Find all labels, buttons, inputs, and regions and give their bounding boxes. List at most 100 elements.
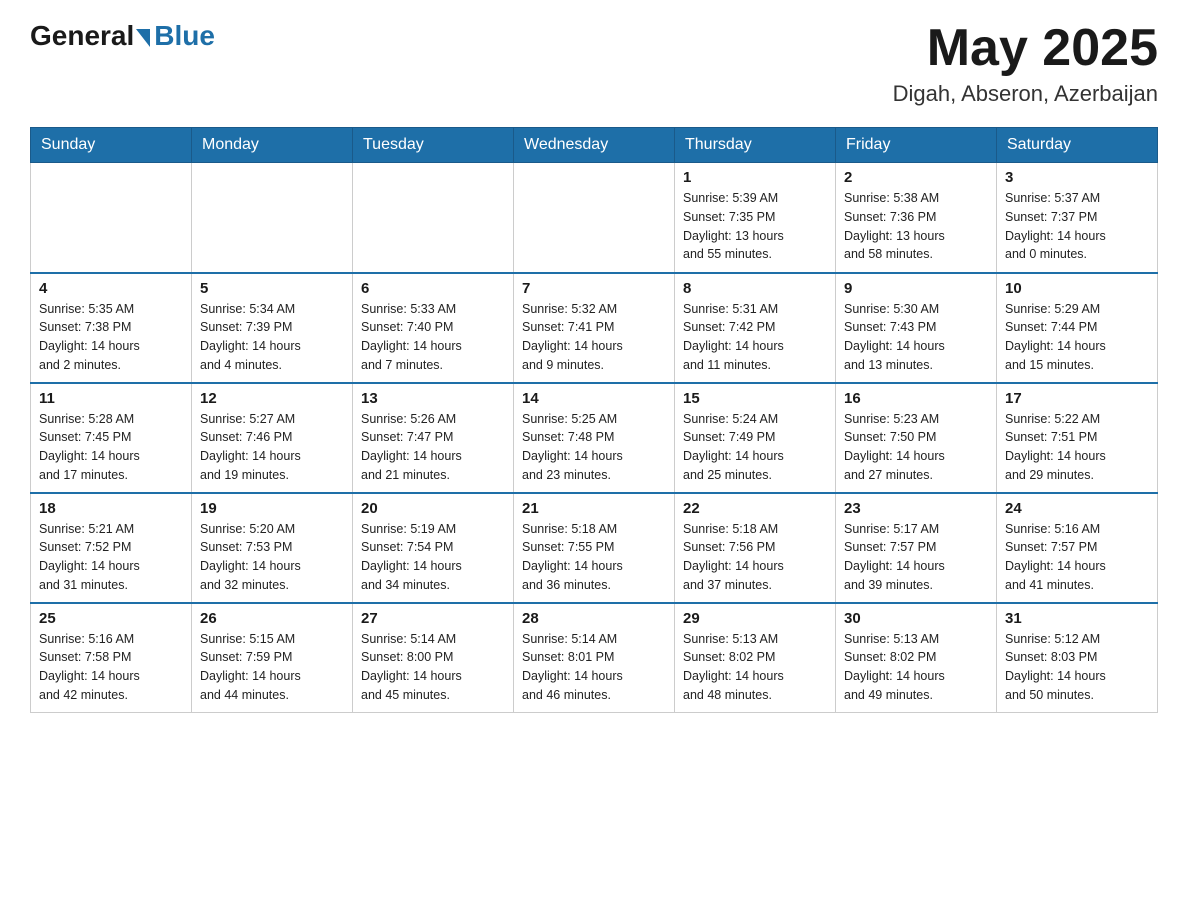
- day-info: Sunrise: 5:32 AM Sunset: 7:41 PM Dayligh…: [522, 300, 666, 375]
- table-row: 26 Sunrise: 5:15 AM Sunset: 7:59 PM Dayli…: [192, 603, 353, 713]
- day-number: 21: [522, 500, 666, 517]
- day-info: Sunrise: 5:17 AM Sunset: 7:57 PM Dayligh…: [844, 520, 988, 595]
- day-number: 17: [1005, 390, 1149, 407]
- day-info: Sunrise: 5:28 AM Sunset: 7:45 PM Dayligh…: [39, 410, 183, 485]
- day-number: 15: [683, 390, 827, 407]
- table-row: 5 Sunrise: 5:34 AM Sunset: 7:39 PM Daylig…: [192, 273, 353, 383]
- day-number: 10: [1005, 280, 1149, 297]
- day-number: 31: [1005, 610, 1149, 627]
- day-number: 12: [200, 390, 344, 407]
- col-wednesday: Wednesday: [514, 128, 675, 163]
- table-row: 25 Sunrise: 5:16 AM Sunset: 7:58 PM Dayli…: [31, 603, 192, 713]
- calendar-week-row: 1Sunrise: 5:39 AM Sunset: 7:35 PM Daylig…: [31, 163, 1158, 273]
- day-number: 14: [522, 390, 666, 407]
- day-info: Sunrise: 5:18 AM Sunset: 7:56 PM Dayligh…: [683, 520, 827, 595]
- day-info: Sunrise: 5:15 AM Sunset: 7:59 PM Dayligh…: [200, 630, 344, 705]
- table-row: 30 Sunrise: 5:13 AM Sunset: 8:02 PM Dayli…: [836, 603, 997, 713]
- table-row: 16Sunrise: 5:23 AM Sunset: 7:50 PM Dayli…: [836, 383, 997, 493]
- table-row: 17 Sunrise: 5:22 AM Sunset: 7:51 PM Dayli…: [997, 383, 1158, 493]
- table-row: 4 Sunrise: 5:35 AM Sunset: 7:38 PM Daylig…: [31, 273, 192, 383]
- table-row: 29Sunrise: 5:13 AM Sunset: 8:02 PM Dayli…: [675, 603, 836, 713]
- day-number: 29: [683, 610, 827, 627]
- day-number: 11: [39, 390, 183, 407]
- logo: General Blue: [30, 20, 215, 52]
- day-info: Sunrise: 5:34 AM Sunset: 7:39 PM Dayligh…: [200, 300, 344, 375]
- day-number: 2: [844, 169, 988, 186]
- day-number: 28: [522, 610, 666, 627]
- table-row: 20 Sunrise: 5:19 AM Sunset: 7:54 PM Dayli…: [353, 493, 514, 603]
- col-saturday: Saturday: [997, 128, 1158, 163]
- day-number: 23: [844, 500, 988, 517]
- day-number: 18: [39, 500, 183, 517]
- table-row: 7 Sunrise: 5:32 AM Sunset: 7:41 PM Daylig…: [514, 273, 675, 383]
- table-row: 9Sunrise: 5:30 AM Sunset: 7:43 PM Daylig…: [836, 273, 997, 383]
- day-info: Sunrise: 5:37 AM Sunset: 7:37 PM Dayligh…: [1005, 189, 1149, 264]
- day-number: 25: [39, 610, 183, 627]
- calendar-week-row: 25 Sunrise: 5:16 AM Sunset: 7:58 PM Dayli…: [31, 603, 1158, 713]
- day-info: Sunrise: 5:14 AM Sunset: 8:00 PM Dayligh…: [361, 630, 505, 705]
- table-row: 15 Sunrise: 5:24 AM Sunset: 7:49 PM Dayli…: [675, 383, 836, 493]
- month-title: May 2025: [893, 20, 1158, 77]
- day-number: 30: [844, 610, 988, 627]
- calendar-week-row: 18 Sunrise: 5:21 AM Sunset: 7:52 PM Dayli…: [31, 493, 1158, 603]
- page-header: General Blue May 2025 Digah, Abseron, Az…: [30, 20, 1158, 107]
- table-row: 23 Sunrise: 5:17 AM Sunset: 7:57 PM Dayli…: [836, 493, 997, 603]
- day-info: Sunrise: 5:24 AM Sunset: 7:49 PM Dayligh…: [683, 410, 827, 485]
- table-row: 3Sunrise: 5:37 AM Sunset: 7:37 PM Daylig…: [997, 163, 1158, 273]
- table-row: 24 Sunrise: 5:16 AM Sunset: 7:57 PM Dayli…: [997, 493, 1158, 603]
- day-info: Sunrise: 5:33 AM Sunset: 7:40 PM Dayligh…: [361, 300, 505, 375]
- table-row: 22Sunrise: 5:18 AM Sunset: 7:56 PM Dayli…: [675, 493, 836, 603]
- table-row: [514, 163, 675, 273]
- calendar-week-row: 11 Sunrise: 5:28 AM Sunset: 7:45 PM Dayli…: [31, 383, 1158, 493]
- day-number: 13: [361, 390, 505, 407]
- table-row: 27 Sunrise: 5:14 AM Sunset: 8:00 PM Dayli…: [353, 603, 514, 713]
- table-row: 31 Sunrise: 5:12 AM Sunset: 8:03 PM Dayli…: [997, 603, 1158, 713]
- day-number: 24: [1005, 500, 1149, 517]
- day-number: 26: [200, 610, 344, 627]
- day-info: Sunrise: 5:27 AM Sunset: 7:46 PM Dayligh…: [200, 410, 344, 485]
- day-info: Sunrise: 5:20 AM Sunset: 7:53 PM Dayligh…: [200, 520, 344, 595]
- day-number: 4: [39, 280, 183, 297]
- day-info: Sunrise: 5:29 AM Sunset: 7:44 PM Dayligh…: [1005, 300, 1149, 375]
- col-thursday: Thursday: [675, 128, 836, 163]
- table-row: [353, 163, 514, 273]
- day-info: Sunrise: 5:16 AM Sunset: 7:57 PM Dayligh…: [1005, 520, 1149, 595]
- table-row: 6 Sunrise: 5:33 AM Sunset: 7:40 PM Daylig…: [353, 273, 514, 383]
- logo-blue-text: Blue: [154, 20, 215, 52]
- day-info: Sunrise: 5:16 AM Sunset: 7:58 PM Dayligh…: [39, 630, 183, 705]
- table-row: [31, 163, 192, 273]
- day-number: 5: [200, 280, 344, 297]
- day-info: Sunrise: 5:14 AM Sunset: 8:01 PM Dayligh…: [522, 630, 666, 705]
- table-row: 8Sunrise: 5:31 AM Sunset: 7:42 PM Daylig…: [675, 273, 836, 383]
- day-info: Sunrise: 5:13 AM Sunset: 8:02 PM Dayligh…: [844, 630, 988, 705]
- day-info: Sunrise: 5:19 AM Sunset: 7:54 PM Dayligh…: [361, 520, 505, 595]
- location-title: Digah, Abseron, Azerbaijan: [893, 81, 1158, 107]
- title-section: May 2025 Digah, Abseron, Azerbaijan: [893, 20, 1158, 107]
- day-info: Sunrise: 5:25 AM Sunset: 7:48 PM Dayligh…: [522, 410, 666, 485]
- table-row: 2Sunrise: 5:38 AM Sunset: 7:36 PM Daylig…: [836, 163, 997, 273]
- day-number: 16: [844, 390, 988, 407]
- day-number: 27: [361, 610, 505, 627]
- day-number: 7: [522, 280, 666, 297]
- day-info: Sunrise: 5:35 AM Sunset: 7:38 PM Dayligh…: [39, 300, 183, 375]
- logo-general-text: General: [30, 20, 134, 52]
- day-info: Sunrise: 5:21 AM Sunset: 7:52 PM Dayligh…: [39, 520, 183, 595]
- day-info: Sunrise: 5:18 AM Sunset: 7:55 PM Dayligh…: [522, 520, 666, 595]
- col-sunday: Sunday: [31, 128, 192, 163]
- col-tuesday: Tuesday: [353, 128, 514, 163]
- table-row: 21 Sunrise: 5:18 AM Sunset: 7:55 PM Dayli…: [514, 493, 675, 603]
- table-row: 18 Sunrise: 5:21 AM Sunset: 7:52 PM Dayli…: [31, 493, 192, 603]
- day-number: 6: [361, 280, 505, 297]
- table-row: 12 Sunrise: 5:27 AM Sunset: 7:46 PM Dayli…: [192, 383, 353, 493]
- table-row: 13Sunrise: 5:26 AM Sunset: 7:47 PM Dayli…: [353, 383, 514, 493]
- day-info: Sunrise: 5:30 AM Sunset: 7:43 PM Dayligh…: [844, 300, 988, 375]
- day-number: 20: [361, 500, 505, 517]
- calendar-week-row: 4 Sunrise: 5:35 AM Sunset: 7:38 PM Daylig…: [31, 273, 1158, 383]
- day-info: Sunrise: 5:31 AM Sunset: 7:42 PM Dayligh…: [683, 300, 827, 375]
- table-row: 28 Sunrise: 5:14 AM Sunset: 8:01 PM Dayli…: [514, 603, 675, 713]
- day-info: Sunrise: 5:12 AM Sunset: 8:03 PM Dayligh…: [1005, 630, 1149, 705]
- day-info: Sunrise: 5:22 AM Sunset: 7:51 PM Dayligh…: [1005, 410, 1149, 485]
- logo-text: General Blue: [30, 20, 215, 52]
- calendar-header-row: Sunday Monday Tuesday Wednesday Thursday…: [31, 128, 1158, 163]
- table-row: 14 Sunrise: 5:25 AM Sunset: 7:48 PM Dayli…: [514, 383, 675, 493]
